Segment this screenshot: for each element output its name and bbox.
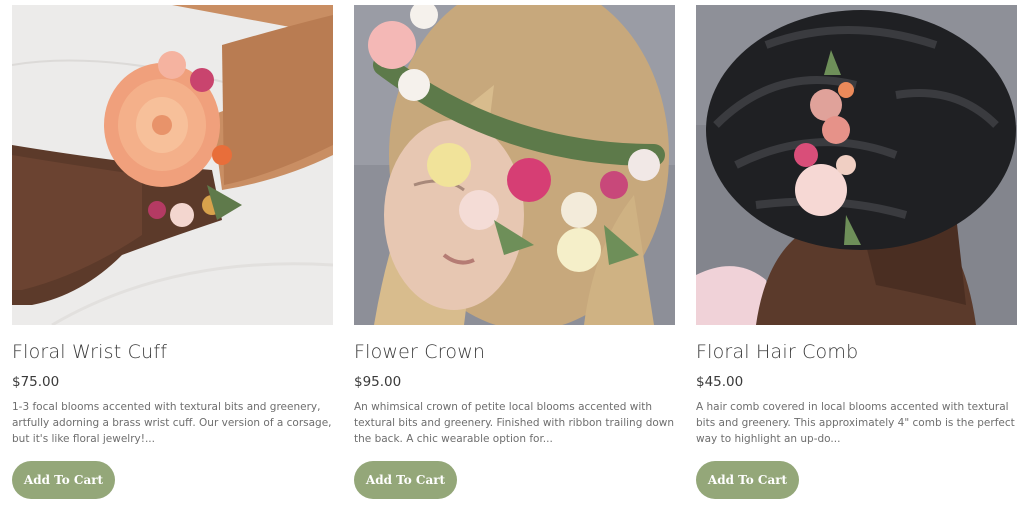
product-image-floral-hair-comb[interactable] [696, 5, 1017, 325]
product-description: 1-3 focal blooms accented with textural … [12, 401, 332, 445]
product-price: $95.00 [354, 374, 402, 390]
product-image-floral-wrist-cuff[interactable] [12, 5, 333, 325]
product-title[interactable]: Floral Wrist Cuff [12, 340, 333, 364]
product-card-floral-wrist-cuff: Floral Wrist Cuff $75.00 1-3 focal bloom… [12, 5, 333, 499]
add-to-cart-button[interactable]: Add To Cart [12, 461, 115, 499]
product-description: A hair comb covered in local blooms acce… [696, 401, 1015, 445]
add-to-cart-button[interactable]: Add To Cart [696, 461, 799, 499]
product-card-floral-hair-comb: Floral Hair Comb $45.00 A hair comb cove… [696, 5, 1017, 499]
add-to-cart-button[interactable]: Add To Cart [354, 461, 457, 499]
product-title[interactable]: Flower Crown [354, 340, 675, 364]
product-grid: Floral Wrist Cuff $75.00 1-3 focal bloom… [0, 0, 1024, 520]
product-price: $75.00 [12, 374, 60, 390]
product-image-flower-crown[interactable] [354, 5, 675, 325]
product-description: An whimsical crown of petite local bloom… [354, 401, 675, 445]
product-title[interactable]: Floral Hair Comb [696, 340, 1017, 364]
product-card-flower-crown: Flower Crown $95.00 An whimsical crown o… [354, 5, 675, 499]
product-price: $45.00 [696, 374, 744, 390]
